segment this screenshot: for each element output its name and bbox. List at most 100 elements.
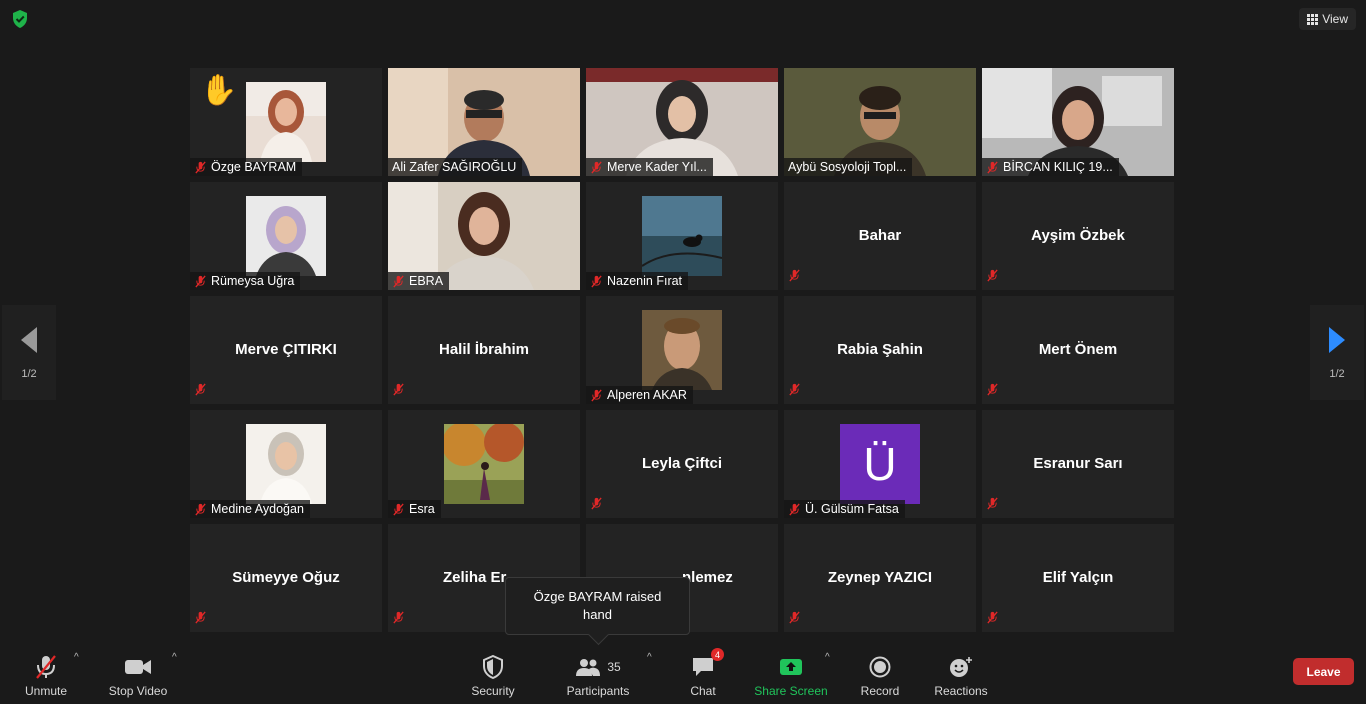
security-shield-icon [482,654,504,680]
participant-profile-picture [642,310,722,390]
participant-tile[interactable]: Sümeyye Oğuz [190,524,382,632]
muted-mic-icon [789,503,800,515]
participant-tile[interactable]: Merve Kader Yıl... [586,68,778,176]
muted-mic-icon [591,275,602,287]
participant-name-label: Merve Kader Yıl... [586,158,713,176]
participant-name-label: Medine Aydoğan [190,500,310,518]
participant-tile[interactable]: Esra [388,410,580,518]
encryption-shield-icon[interactable] [10,9,30,29]
participant-name-label: Özge BAYRAM [190,158,303,176]
arrow-left-icon [21,326,37,353]
participant-tile[interactable]: ✋ Özge BAYRAM [190,68,382,176]
muted-mic-icon [393,383,404,396]
muted-mic-icon [591,497,602,510]
participant-display-name: nlemez [682,569,733,586]
participant-tile[interactable]: Alperen AKAR [586,296,778,404]
participant-profile-picture [444,424,524,504]
participant-tile[interactable]: Ali Zafer SAĞIROĞLU [388,68,580,176]
participant-name-label: Rümeysa Uğra [190,272,301,290]
raised-hand-notification: Özge BAYRAM raised hand [505,577,690,635]
muted-mic-icon [393,275,404,287]
reactions-button[interactable]: Reactions [930,646,992,704]
view-button[interactable]: View [1299,8,1356,30]
participant-tile[interactable]: Medine Aydoğan [190,410,382,518]
record-icon [869,654,891,680]
participant-tile[interactable]: Ayşim Özbek [982,182,1174,290]
participant-tile[interactable]: Rabia Şahin [784,296,976,404]
muted-mic-icon [195,503,206,515]
chat-button[interactable]: 4 Chat [684,646,724,704]
participant-tile[interactable]: EBRA [388,182,580,290]
participants-button[interactable]: 35 Participants [562,646,634,704]
stop-video-button[interactable]: Stop Video [104,646,172,704]
record-label: Record [860,684,900,698]
participant-tile[interactable]: Elif Yalçın [982,524,1174,632]
participant-profile-picture [246,424,326,504]
reactions-smiley-icon [949,654,973,680]
chat-unread-badge: 4 [711,648,724,661]
chat-label: Chat [690,684,716,698]
active-speaker-tile[interactable]: Aybü Sosyoloji Topl... [784,68,976,176]
participant-tile[interactable]: Leyla Çiftci [586,410,778,518]
participant-display-name: Bahar [858,227,902,244]
share-screen-button[interactable]: Share Screen [752,646,830,704]
video-camera-icon [124,654,152,680]
participant-name: Esra [409,502,435,516]
muted-mic-icon [195,383,206,396]
participant-display-name: Sümeyye Oğuz [232,569,340,586]
participant-tile[interactable]: Halil İbrahim [388,296,580,404]
participant-tile[interactable]: Merve ÇITIRKI [190,296,382,404]
participant-tile[interactable]: Zeynep YAZICI [784,524,976,632]
participant-name-label: EBRA [388,272,450,290]
muted-mic-icon [591,161,602,173]
meeting-toolbar: Unmute ^ Stop Video ^ Security 35 Partic… [0,646,1366,704]
muted-mic-icon [987,497,998,510]
muted-mic-icon [987,383,998,396]
participant-tile[interactable]: Nazenin Fırat [586,182,778,290]
participant-tile[interactable]: BİRCAN KILIÇ 19... [982,68,1174,176]
participant-tile[interactable]: Rümeysa Uğra [190,182,382,290]
participant-tile[interactable]: Esranur Sarı [982,410,1174,518]
participant-display-name: Halil İbrahim [438,341,530,358]
participant-tile[interactable]: Mert Önem [982,296,1174,404]
muted-mic-icon [789,611,800,624]
stop-video-label: Stop Video [108,684,168,698]
arrow-right-icon [1329,326,1345,353]
participants-icon: 35 [575,654,621,680]
participant-name: Merve Kader Yıl... [607,160,707,174]
muted-mic-icon [195,611,206,624]
participant-name-label: Ü. Gülsüm Fatsa [784,500,905,518]
participant-display-name: Ayşim Özbek [1031,227,1125,244]
leave-button[interactable]: Leave [1293,658,1354,685]
participant-name-label: Alperen AKAR [586,386,693,404]
share-screen-label: Share Screen [754,684,828,698]
security-label: Security [471,684,515,698]
participant-video [246,82,326,162]
previous-page-button[interactable]: 1/2 [2,305,56,400]
audio-options-caret-icon[interactable]: ^ [74,652,79,663]
participant-display-name: Leyla Çiftci [641,455,723,472]
record-button[interactable]: Record [858,646,902,704]
muted-mic-icon [393,611,404,624]
muted-mic-icon [789,269,800,282]
participant-name-label: Esra [388,500,441,518]
participant-name: Rümeysa Uğra [211,274,295,288]
participant-video [246,196,326,276]
participants-options-caret-icon[interactable]: ^ [647,652,652,663]
participant-display-name: Merve ÇITIRKI [235,341,337,358]
participant-avatar: Ü [840,424,920,504]
participant-name: Ü. Gülsüm Fatsa [805,502,899,516]
participant-tile[interactable]: Ü Ü. Gülsüm Fatsa [784,410,976,518]
unmute-button[interactable]: Unmute [18,646,74,704]
participant-tile[interactable]: Bahar [784,182,976,290]
participant-name-label: Ali Zafer SAĞIROĞLU [388,158,523,176]
participant-profile-picture [642,196,722,276]
security-button[interactable]: Security [466,646,520,704]
video-options-caret-icon[interactable]: ^ [172,652,177,663]
participant-display-name: Esranur Sarı [1033,455,1123,472]
share-options-caret-icon[interactable]: ^ [825,652,830,663]
muted-microphone-icon [34,654,58,680]
next-page-button[interactable]: 1/2 [1310,305,1364,400]
participants-count: 35 [607,660,621,674]
participant-name: BİRCAN KILIÇ 19... [1003,160,1113,174]
